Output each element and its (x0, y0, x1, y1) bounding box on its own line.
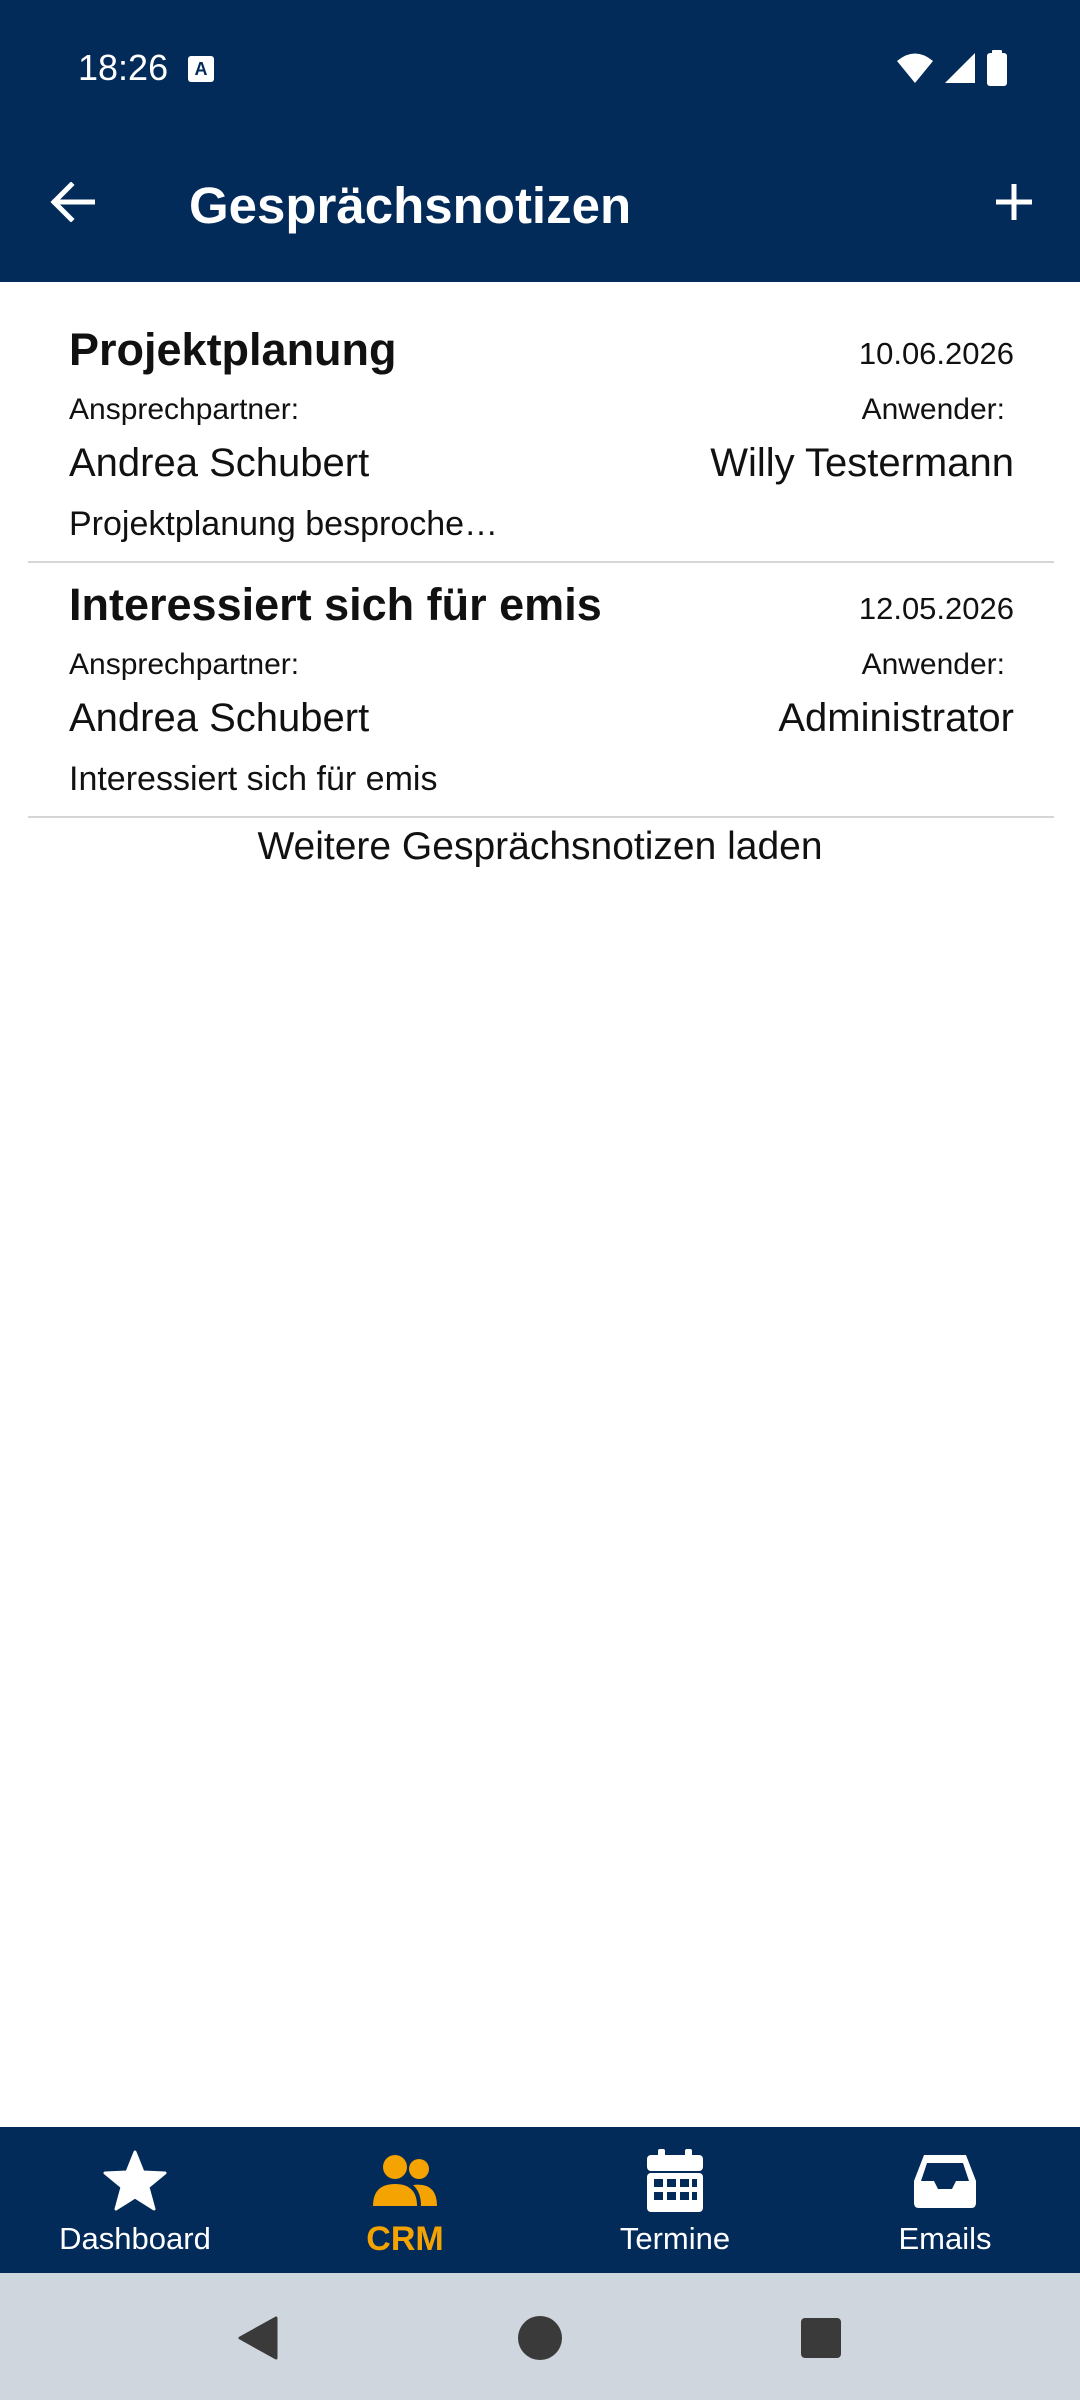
back-button[interactable] (36, 166, 108, 238)
contact-name: Andrea Schubert (69, 696, 370, 740)
nav-label: Dashboard (59, 2221, 211, 2256)
status-time: 18:26 (78, 47, 169, 88)
system-home-button[interactable] (505, 2303, 575, 2373)
user-label: Anwender: (861, 393, 1005, 426)
inbox-icon (911, 2147, 979, 2215)
bottom-navigation: Dashboard CRM Termine Emails (0, 2127, 1080, 2273)
user-name: Administrator (778, 696, 1014, 740)
nav-item-crm[interactable]: CRM (270, 2127, 540, 2273)
system-recents-button[interactable] (786, 2303, 856, 2373)
load-more-button[interactable]: Weitere Gesprächsnotizen laden (0, 822, 1080, 872)
system-back-button[interactable] (223, 2303, 293, 2373)
wifi-icon (897, 53, 933, 83)
note-list-item[interactable]: Projektplanung 10.06.2026 Ansprechpartne… (28, 308, 1054, 563)
contact-name: Andrea Schubert (69, 441, 370, 485)
nav-item-emails[interactable]: Emails (810, 2127, 1080, 2273)
notes-list: Projektplanung 10.06.2026 Ansprechpartne… (28, 308, 1054, 818)
contact-label: Ansprechpartner: (69, 648, 300, 681)
nav-item-termine[interactable]: Termine (540, 2127, 810, 2273)
battery-icon (987, 50, 1007, 86)
arrow-left-icon (50, 182, 95, 222)
triangle-back-icon (238, 2316, 278, 2360)
user-label: Anwender: (861, 648, 1005, 681)
nav-label: CRM (366, 2220, 444, 2258)
status-icons (896, 50, 1008, 86)
note-preview: Interessiert sich für emis (69, 760, 438, 798)
plus-icon (996, 184, 1032, 220)
header: 18:26 A Gesprächsnotizen (0, 0, 1080, 282)
note-title: Interessiert sich für emis (69, 579, 602, 630)
page-title: Gesprächsnotizen (189, 177, 632, 234)
calendar-icon (641, 2147, 709, 2215)
app-bar: Gesprächsnotizen (0, 136, 1080, 282)
note-list-item[interactable]: Interessiert sich für emis 12.05.2026 An… (28, 563, 1054, 818)
note-date: 10.06.2026 (858, 336, 1014, 371)
nav-item-dashboard[interactable]: Dashboard (0, 2127, 270, 2273)
nav-label: Termine (619, 2221, 731, 2256)
system-navigation-bar (0, 2273, 1080, 2400)
keyboard-indicator-icon: A (188, 56, 214, 82)
note-date: 12.05.2026 (858, 591, 1014, 626)
user-name: Willy Testermann (710, 441, 1014, 485)
nav-label: Emails (898, 2221, 992, 2256)
add-note-button[interactable] (978, 166, 1050, 238)
star-icon (101, 2147, 169, 2215)
square-recents-icon (801, 2318, 841, 2358)
signal-icon (945, 53, 975, 83)
status-bar: 18:26 A (0, 0, 1080, 136)
note-title: Projektplanung (69, 324, 397, 375)
note-preview: Projektplanung besproche… (69, 505, 499, 543)
contact-label: Ansprechpartner: (69, 393, 300, 426)
people-icon (371, 2147, 439, 2215)
circle-home-icon (518, 2316, 562, 2360)
